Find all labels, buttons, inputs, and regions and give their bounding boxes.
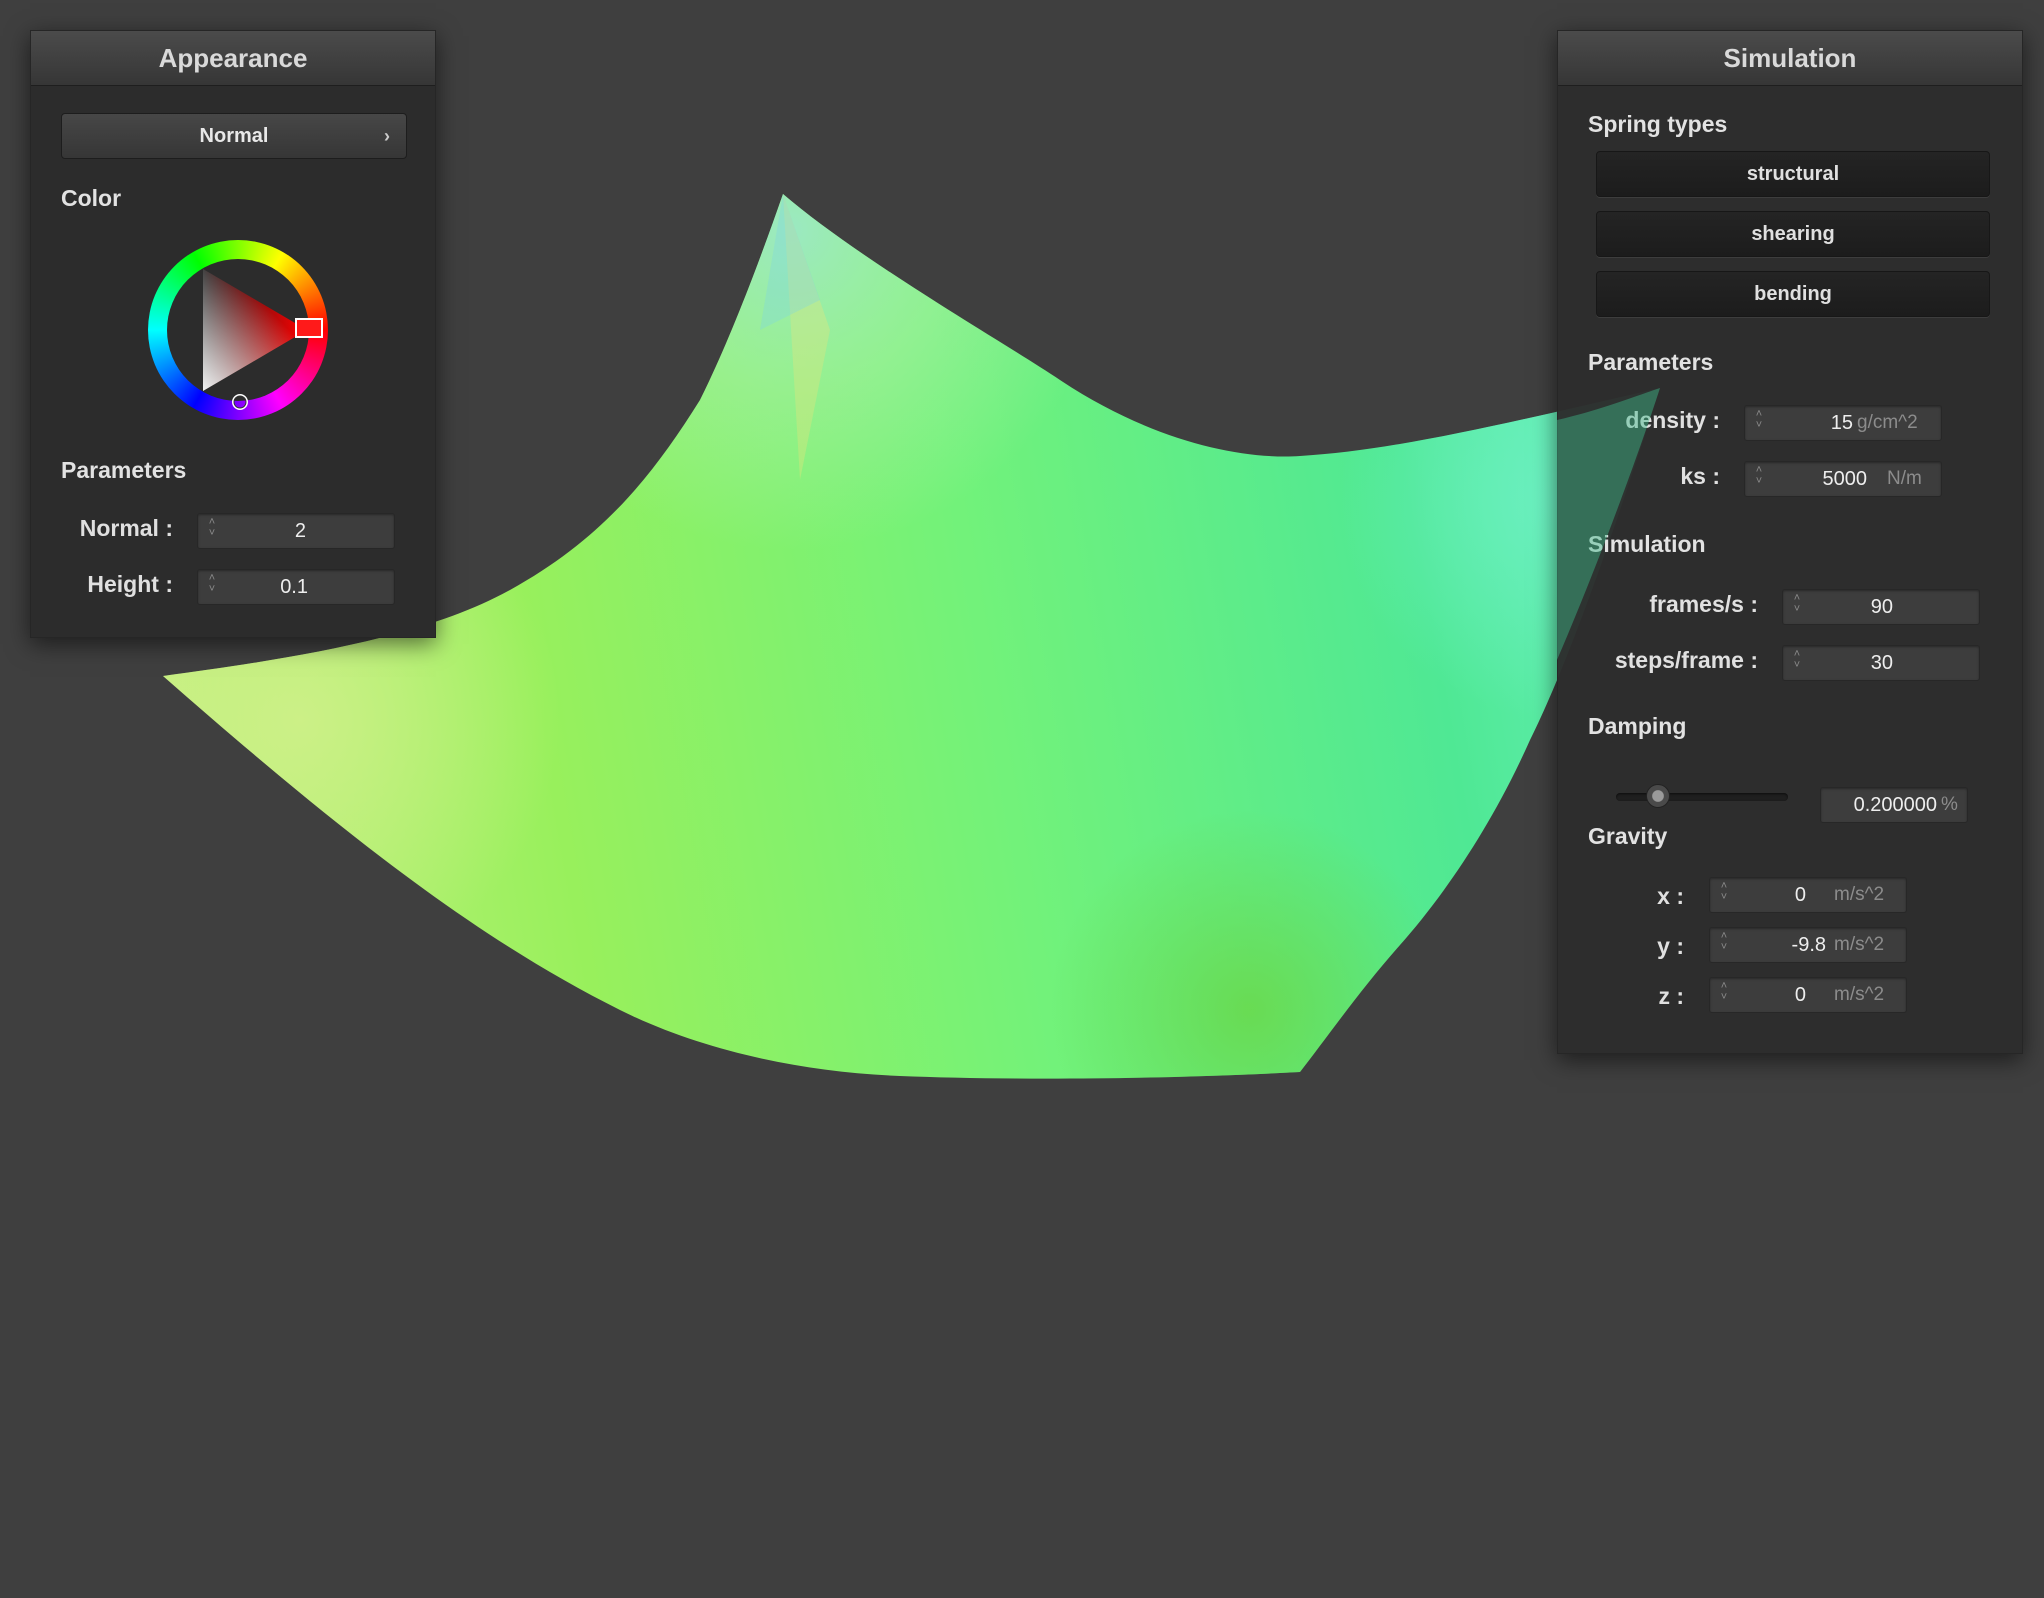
density-value: 15 bbox=[1830, 412, 1853, 434]
gravity-y-input[interactable]: ˄ ˅ -9.8 m/s^2 bbox=[1709, 927, 1907, 963]
fps-value: 90 bbox=[1870, 596, 1893, 618]
simulation-panel: Simulation Spring types structural shear… bbox=[1557, 30, 2023, 1054]
color-section-label: Color bbox=[61, 185, 122, 211]
fps-input[interactable]: ˄ ˅ 90 bbox=[1782, 589, 1980, 625]
normal-input[interactable]: ˄ ˅ 2 bbox=[197, 513, 395, 549]
density-input[interactable]: ˄ ˅ 15 g/cm^2 bbox=[1744, 405, 1942, 441]
gravity-z-label: z : bbox=[1658, 983, 1684, 1009]
simulation-section-label: Simulation bbox=[1588, 531, 1706, 557]
simulation-title: Simulation bbox=[1558, 31, 2022, 86]
gravity-x-label: x : bbox=[1657, 883, 1684, 909]
render-mode-label: Normal bbox=[199, 125, 269, 147]
structural-button[interactable]: structural bbox=[1596, 151, 1990, 197]
ks-label: ks : bbox=[1680, 463, 1720, 489]
gravity-z-value: 0 bbox=[1794, 984, 1806, 1006]
spring-types-label: Spring types bbox=[1588, 111, 1728, 137]
render-mode-dropdown[interactable]: Normal › bbox=[61, 113, 407, 159]
gravity-y-label: y : bbox=[1657, 933, 1684, 959]
appearance-panel: Appearance Normal › Color Parameters Nor… bbox=[30, 30, 436, 638]
sim-parameters-label: Parameters bbox=[1588, 349, 1714, 375]
damping-slider-thumb[interactable] bbox=[1646, 784, 1670, 808]
hue-handle[interactable] bbox=[295, 318, 323, 338]
damping-slider[interactable] bbox=[1616, 784, 1788, 808]
damping-slider-track bbox=[1616, 793, 1788, 801]
color-wheel[interactable] bbox=[143, 235, 333, 425]
damping-label: Damping bbox=[1588, 713, 1687, 739]
appearance-title: Appearance bbox=[31, 31, 435, 86]
appearance-parameters-label: Parameters bbox=[61, 457, 187, 483]
steps-input[interactable]: ˄ ˅ 30 bbox=[1782, 645, 1980, 681]
steps-value: 30 bbox=[1870, 652, 1893, 674]
damping-unit: % bbox=[1941, 794, 1958, 815]
normal-value: 2 bbox=[294, 520, 306, 542]
steps-label: steps/frame : bbox=[1614, 647, 1758, 673]
chevron-right-icon: › bbox=[384, 126, 390, 146]
gravity-z-unit: m/s^2 bbox=[1834, 984, 1885, 1005]
normal-label: Normal : bbox=[79, 515, 173, 541]
gravity-label: Gravity bbox=[1588, 823, 1668, 849]
ks-value: 5000 bbox=[1822, 468, 1868, 490]
gravity-x-unit: m/s^2 bbox=[1834, 884, 1885, 905]
gravity-x-value: 0 bbox=[1794, 884, 1806, 906]
gravity-x-input[interactable]: ˄ ˅ 0 m/s^2 bbox=[1709, 877, 1907, 913]
gravity-y-unit: m/s^2 bbox=[1834, 934, 1885, 955]
height-value: 0.1 bbox=[280, 576, 308, 598]
density-label: density : bbox=[1625, 407, 1720, 433]
height-label: Height : bbox=[87, 571, 173, 597]
height-input[interactable]: ˄ ˅ 0.1 bbox=[197, 569, 395, 605]
fps-label: frames/s : bbox=[1649, 591, 1758, 617]
gravity-y-value: -9.8 bbox=[1791, 934, 1826, 956]
bending-button[interactable]: bending bbox=[1596, 271, 1990, 317]
damping-input[interactable]: 0.200000 % bbox=[1820, 787, 1968, 823]
gravity-z-input[interactable]: ˄ ˅ 0 m/s^2 bbox=[1709, 977, 1907, 1013]
shearing-button[interactable]: shearing bbox=[1596, 211, 1990, 257]
damping-value: 0.200000 bbox=[1853, 794, 1937, 816]
ks-unit: N/m bbox=[1887, 468, 1922, 489]
density-unit: g/cm^2 bbox=[1857, 412, 1918, 433]
ks-input[interactable]: ˄ ˅ 5000 N/m bbox=[1744, 461, 1942, 497]
